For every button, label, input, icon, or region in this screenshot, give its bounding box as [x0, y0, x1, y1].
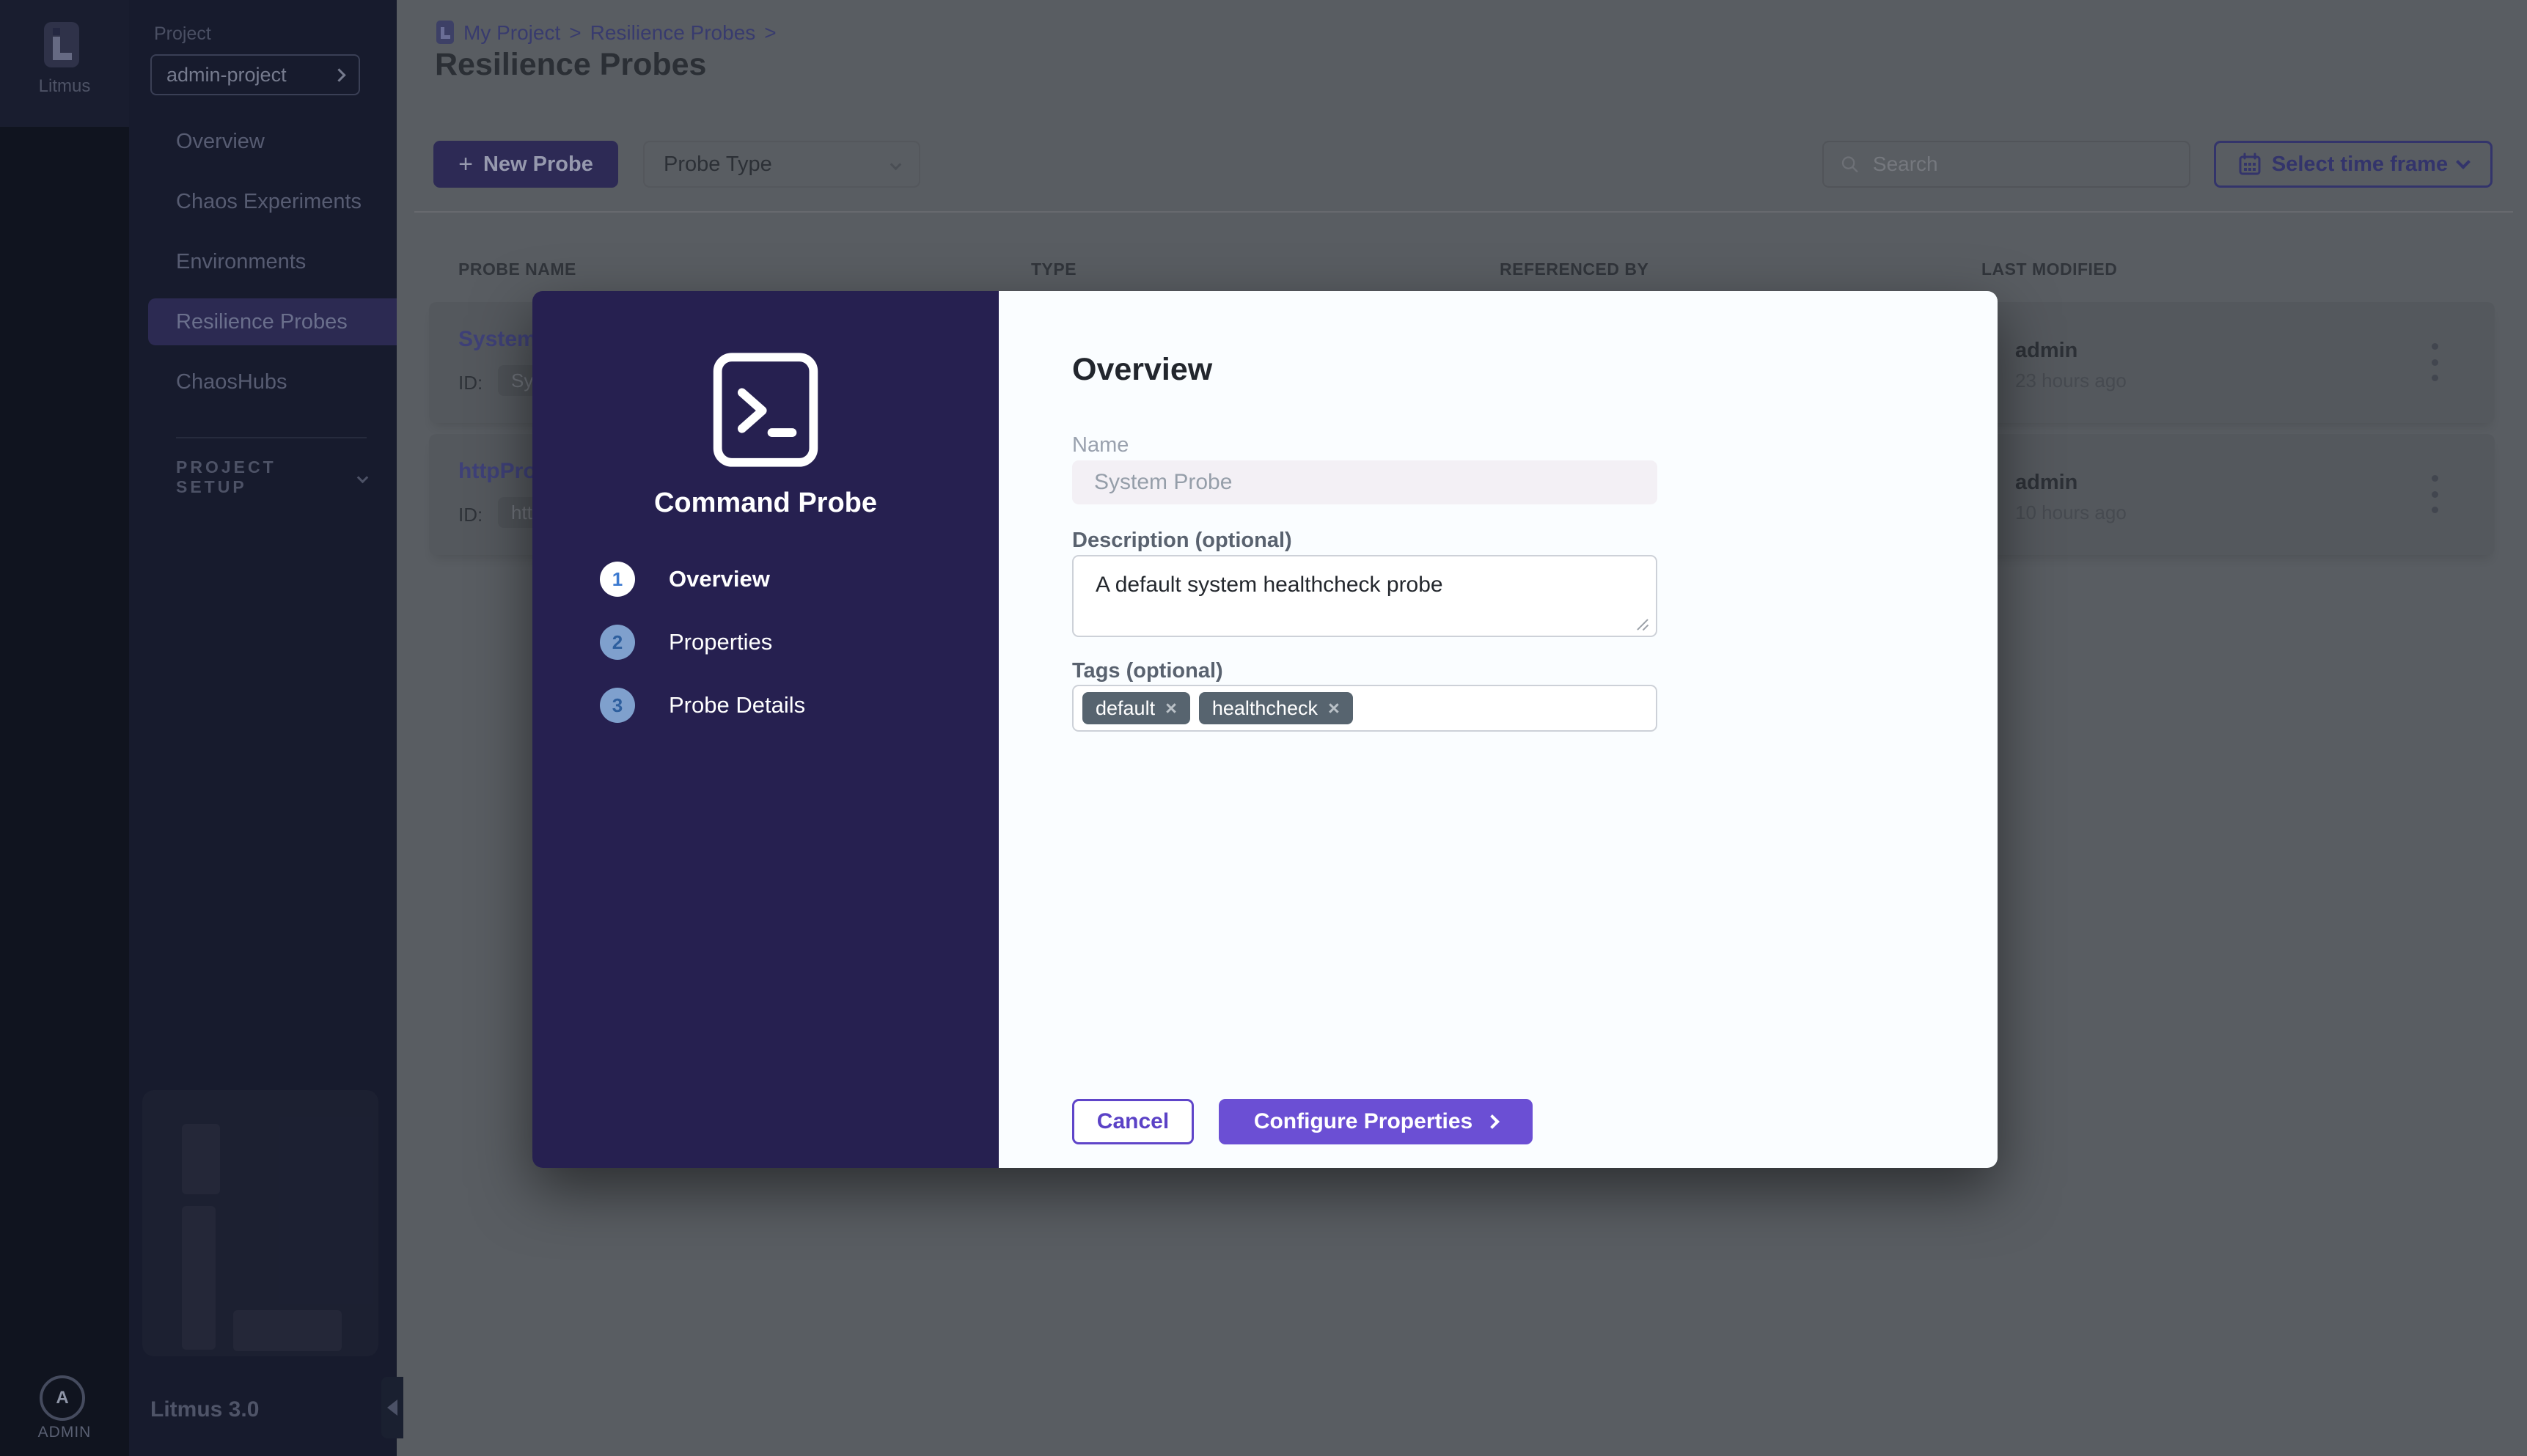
modified-time: 23 hours ago — [2015, 369, 2127, 391]
column-header-probe-name: PROBE NAME — [458, 260, 576, 279]
step-number: 3 — [600, 688, 635, 723]
sidebar-item-resilience-probes[interactable]: Resilience Probes — [148, 298, 397, 345]
probe-type-select[interactable]: Probe Type — [643, 141, 920, 188]
logo-bar — [53, 37, 60, 60]
version-label: Litmus 3.0 — [150, 1397, 260, 1422]
project-selector-value: admin-project — [166, 63, 287, 86]
modified-time: 10 hours ago — [2015, 501, 2127, 523]
tag-chip: default × — [1082, 692, 1190, 724]
name-label: Name — [1072, 433, 1129, 457]
new-probe-button[interactable]: + New Probe — [433, 141, 618, 188]
description-textarea[interactable]: A default system healthcheck probe — [1072, 555, 1657, 637]
modal-step-panel: Command Probe 1 Overview 2 Properties 3 … — [532, 291, 999, 1168]
chevron-right-icon — [1485, 1114, 1500, 1129]
sidebar-item-environments[interactable]: Environments — [129, 238, 397, 285]
tags-input[interactable]: default × healthcheck × — [1072, 685, 1657, 732]
terminal-icon — [713, 353, 818, 467]
time-frame-button[interactable]: Select time frame — [2214, 141, 2493, 188]
cancel-button[interactable]: Cancel — [1072, 1099, 1194, 1144]
column-header-type: TYPE — [1031, 260, 1077, 279]
breadcrumb-link-my-project[interactable]: My Project — [463, 21, 560, 45]
collapse-arrow-icon — [387, 1400, 397, 1416]
breadcrumb: My Project > Resilience Probes > — [463, 21, 777, 45]
page-title: Resilience Probes — [435, 47, 707, 82]
toolbar-divider — [414, 211, 2513, 213]
row-menu-button[interactable] — [2427, 343, 2442, 381]
step-overview[interactable]: 1 Overview — [600, 562, 967, 597]
modal-form-panel: Overview Name System Probe Description (… — [999, 291, 1998, 1168]
sidebar-divider — [176, 437, 367, 438]
project-selector[interactable]: admin-project — [150, 54, 360, 95]
sidebar-item-chaos-experiments[interactable]: Chaos Experiments — [129, 178, 397, 225]
breadcrumb-separator: > — [764, 21, 777, 44]
resize-handle-icon[interactable] — [1635, 615, 1651, 631]
chevron-down-icon — [2456, 155, 2471, 169]
search-input[interactable] — [1871, 152, 2173, 177]
icon-rail: Litmus A ADMIN — [0, 0, 129, 1456]
chevron-down-icon — [356, 471, 369, 483]
project-label: Project — [154, 23, 211, 44]
name-field: System Probe — [1072, 460, 1657, 504]
breadcrumb-project-icon — [436, 21, 454, 44]
probe-id-label: ID: — [458, 372, 483, 394]
litmus-app: Litmus A ADMIN Project admin-project Ove… — [0, 0, 2527, 1456]
sidebar-placeholder-card — [142, 1090, 378, 1356]
remove-tag-icon[interactable]: × — [1328, 697, 1340, 720]
project-sidebar: Project admin-project Overview Chaos Exp… — [129, 0, 403, 1456]
probe-name-link[interactable]: httpPro — [458, 459, 537, 484]
row-menu-button[interactable] — [2427, 475, 2442, 513]
probe-name-link[interactable]: System — [458, 327, 537, 352]
avatar-initial: A — [56, 1388, 69, 1408]
user-avatar[interactable]: A — [40, 1375, 85, 1421]
plus-icon: + — [458, 150, 473, 178]
modal-heading: Overview — [1072, 352, 1213, 387]
description-label: Description (optional) — [1072, 529, 1292, 552]
column-header-last-modified: LAST MODIFIED — [1981, 260, 2118, 279]
modified-by: admin — [2015, 471, 2078, 494]
breadcrumb-link-resilience-probes[interactable]: Resilience Probes — [590, 21, 756, 45]
calendar-icon — [2239, 152, 2261, 175]
step-number: 1 — [600, 562, 635, 597]
column-header-referenced-by: REFERENCED BY — [1500, 260, 1649, 279]
project-setup-toggle[interactable]: PROJECT SETUP — [176, 457, 369, 497]
chevron-right-icon — [332, 67, 346, 82]
step-properties[interactable]: 2 Properties — [600, 625, 967, 660]
create-probe-modal: Command Probe 1 Overview 2 Properties 3 … — [532, 291, 1998, 1168]
search-icon — [1841, 156, 1858, 173]
sidebar-item-overview[interactable]: Overview — [129, 118, 397, 165]
tag-chip: healthcheck × — [1198, 692, 1353, 724]
modified-by: admin — [2015, 339, 2078, 362]
tags-label: Tags (optional) — [1072, 659, 1223, 683]
logo-notch — [53, 28, 60, 35]
remove-tag-icon[interactable]: × — [1165, 697, 1177, 720]
search-box — [1822, 141, 2190, 188]
litmus-logo-icon[interactable] — [44, 22, 79, 67]
breadcrumb-separator: > — [569, 21, 582, 44]
chevron-down-icon — [890, 158, 902, 170]
probe-id-label: ID: — [458, 504, 483, 526]
logo-label: Litmus — [38, 76, 91, 96]
configure-properties-button[interactable]: Configure Properties — [1219, 1099, 1533, 1144]
user-role-label: ADMIN — [37, 1424, 92, 1441]
logo-bar — [60, 53, 72, 60]
sidebar-collapse-button[interactable] — [381, 1377, 403, 1438]
sidebar-item-chaoshubs[interactable]: ChaosHubs — [129, 359, 397, 405]
step-probe-details[interactable]: 3 Probe Details — [600, 688, 967, 723]
step-number: 2 — [600, 625, 635, 660]
probe-type-title: Command Probe — [653, 488, 878, 518]
